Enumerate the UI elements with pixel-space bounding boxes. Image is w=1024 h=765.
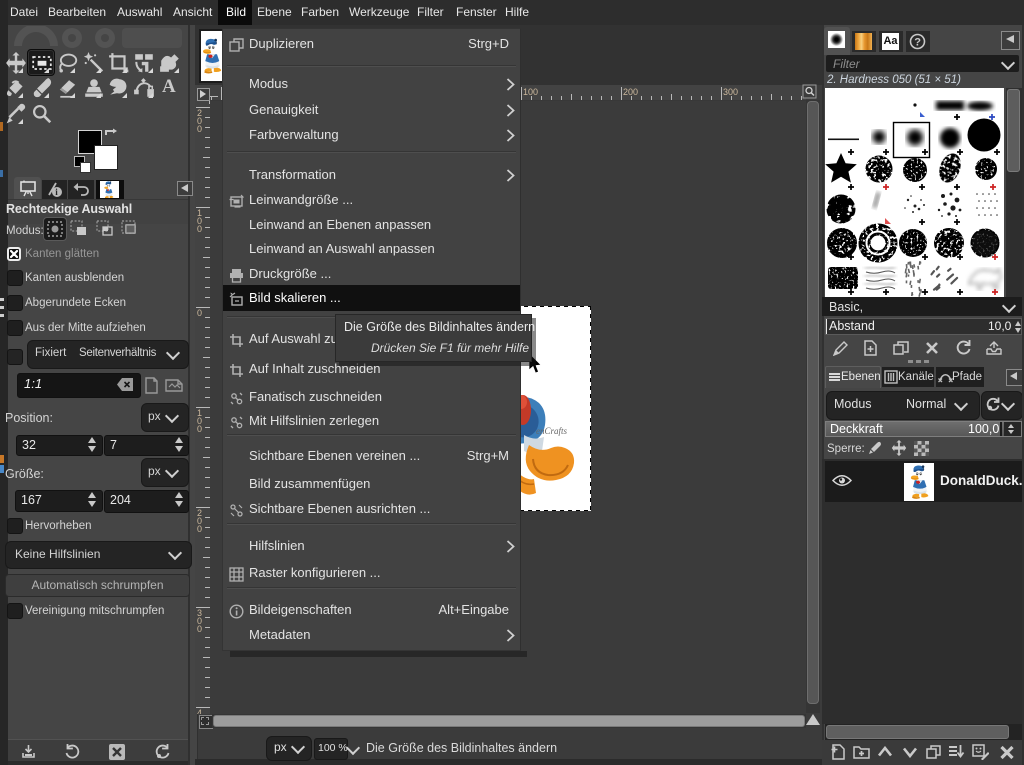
svg-text:enCrafts: enCrafts — [536, 426, 568, 436]
svg-text:?: ? — [914, 37, 921, 49]
